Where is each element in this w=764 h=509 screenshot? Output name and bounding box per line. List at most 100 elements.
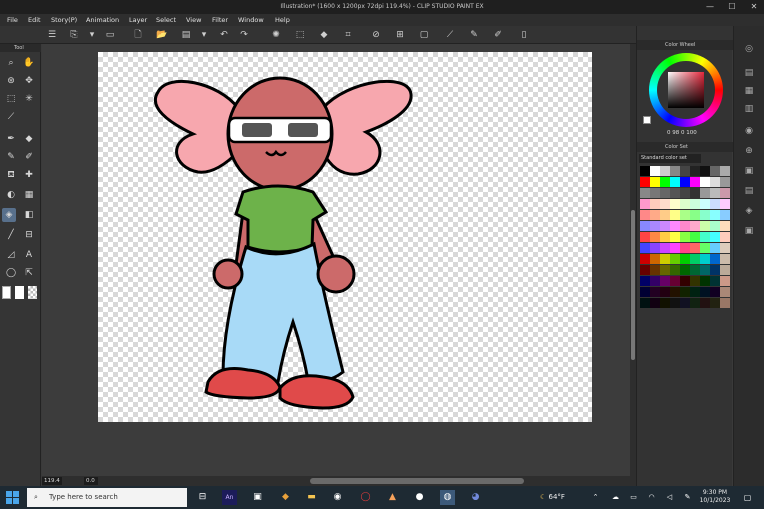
paint-app-icon[interactable]: ▲ (385, 490, 400, 505)
menu-help[interactable]: Help (275, 14, 290, 26)
color-swatch[interactable] (690, 298, 700, 308)
color-swatch[interactable] (670, 287, 680, 297)
color-swatch[interactable] (660, 298, 670, 308)
color-swatch[interactable] (640, 221, 650, 231)
color-swatch[interactable] (700, 265, 710, 275)
image-panel-icon[interactable]: ▣ (742, 224, 756, 238)
vertical-scrollbar[interactable] (631, 210, 635, 360)
frame-icon[interactable]: ⊟ (22, 228, 36, 242)
color-swatch[interactable] (680, 166, 690, 176)
color-swatch[interactable] (650, 166, 660, 176)
color-swatch[interactable] (680, 210, 690, 220)
color-swatch[interactable] (660, 166, 670, 176)
brush-icon[interactable]: ✐ (22, 150, 36, 164)
color-swatch[interactable] (670, 254, 680, 264)
ruler-icon[interactable]: ⟋ (444, 29, 456, 41)
color-swatch[interactable] (700, 276, 710, 286)
color-swatch[interactable] (700, 298, 710, 308)
color-swatch[interactable] (710, 276, 720, 286)
open-file-icon[interactable]: 📂 (156, 29, 168, 41)
menu-select[interactable]: Select (156, 14, 176, 26)
color-swatch[interactable] (720, 254, 730, 264)
sub-color-swatch[interactable] (15, 286, 24, 299)
loading-icon[interactable]: ✺ (270, 29, 282, 41)
material-icon[interactable]: ◉ (742, 124, 756, 138)
color-swatch[interactable] (670, 210, 680, 220)
color-swatch[interactable] (640, 177, 650, 187)
operation-icon[interactable]: ⊛ (4, 74, 18, 88)
color-swatch[interactable] (720, 232, 730, 242)
color-swatch[interactable] (700, 199, 710, 209)
pen-menu-icon[interactable]: ✎ (680, 490, 695, 505)
color-swatch[interactable] (660, 287, 670, 297)
color-swatch[interactable] (660, 254, 670, 264)
decoration-icon[interactable]: ✚ (22, 168, 36, 182)
color-swatch[interactable] (690, 166, 700, 176)
redo-icon[interactable]: ↷ (238, 29, 250, 41)
color-swatch[interactable] (720, 243, 730, 253)
color-swatch[interactable] (650, 188, 660, 198)
color-swatch[interactable] (650, 287, 660, 297)
color-swatch[interactable] (720, 188, 730, 198)
color-swatch[interactable] (690, 221, 700, 231)
layers-stack-icon[interactable]: ◈ (742, 204, 756, 218)
color-swatch[interactable] (640, 199, 650, 209)
maximize-button[interactable]: ☐ (722, 0, 742, 14)
crop-icon[interactable]: ⌗ (342, 29, 354, 41)
brush-line-icon[interactable]: ✐ (492, 29, 504, 41)
menu-window[interactable]: Window (238, 14, 264, 26)
color-swatch[interactable] (700, 254, 710, 264)
color-swatch[interactable] (710, 298, 720, 308)
color-swatch[interactable] (650, 298, 660, 308)
penguin-app-icon[interactable]: ● (412, 490, 427, 505)
color-swatch[interactable] (670, 265, 680, 275)
phone-icon[interactable]: ▯ (518, 29, 530, 41)
discord-icon[interactable]: ◕ (468, 490, 483, 505)
color-swatch[interactable] (660, 221, 670, 231)
system-clock[interactable]: 9:30 PM 10/1/2023 (694, 489, 736, 505)
menu-edit[interactable]: Edit (28, 14, 41, 26)
color-swatch[interactable] (660, 232, 670, 242)
color-history-icon[interactable]: ▣ (742, 164, 756, 178)
color-swatch[interactable] (720, 298, 730, 308)
auto-select-icon[interactable]: ✳ (22, 92, 36, 106)
color-swatch[interactable] (650, 276, 660, 286)
navigator-icon[interactable]: ◎ (742, 42, 756, 56)
color-swatch[interactable] (650, 243, 660, 253)
menu-file[interactable]: File (7, 14, 18, 26)
color-swatch[interactable] (710, 221, 720, 231)
weather-widget[interactable]: ☾ 64°F (540, 490, 565, 505)
color-swatch[interactable] (720, 276, 730, 286)
color-swatch[interactable] (660, 177, 670, 187)
color-swatch[interactable] (680, 199, 690, 209)
save-icon[interactable]: ▤ (180, 29, 192, 41)
color-swatch[interactable] (650, 232, 660, 242)
horizontal-scrollbar[interactable] (310, 478, 524, 484)
menu-story[interactable]: Story(P) (51, 14, 77, 26)
color-swatch[interactable] (680, 232, 690, 242)
color-swatch[interactable] (660, 210, 670, 220)
text-icon[interactable]: A (22, 248, 36, 262)
teams-icon[interactable]: ▣ (250, 490, 265, 505)
figure-icon[interactable]: ▦ (22, 188, 36, 202)
color-swatch[interactable] (680, 243, 690, 253)
color-swatch[interactable] (640, 166, 650, 176)
taskbar-search-input[interactable]: ⌕ Type here to search (27, 488, 187, 507)
steam-icon[interactable]: ◉ (330, 490, 345, 505)
animate-app-icon[interactable]: An (222, 490, 237, 505)
color-swatch[interactable] (670, 232, 680, 242)
color-swatch[interactable] (670, 166, 680, 176)
item-bank-icon[interactable]: ▤ (742, 184, 756, 198)
color-swatch[interactable] (700, 221, 710, 231)
color-swatch[interactable] (680, 287, 690, 297)
color-swatch[interactable] (650, 254, 660, 264)
color-swatch[interactable] (710, 287, 720, 297)
color-swatch[interactable] (680, 254, 690, 264)
color-swatch[interactable] (670, 276, 680, 286)
new-canvas-icon[interactable]: ⎘ (68, 29, 80, 41)
color-swatch[interactable] (690, 254, 700, 264)
new-file-icon[interactable]: 🗋 (132, 29, 144, 41)
fill-bucket-icon[interactable]: ◈ (2, 208, 16, 222)
correct-line-icon[interactable]: ⇱ (22, 266, 36, 280)
color-swatch[interactable] (700, 232, 710, 242)
